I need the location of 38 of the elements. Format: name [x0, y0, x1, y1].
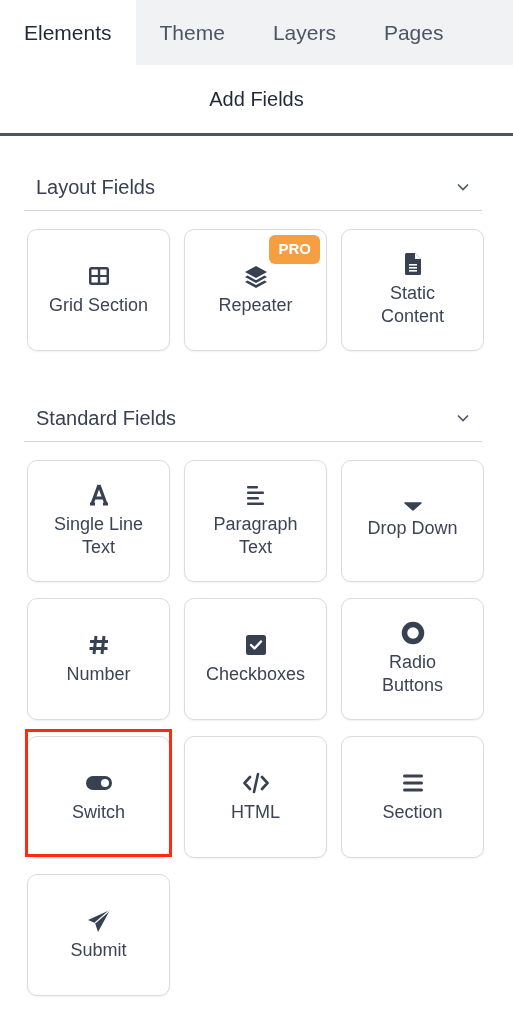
field-label: Number: [66, 662, 131, 686]
field-label: Submit: [70, 938, 127, 962]
field-label: Drop Down: [367, 517, 458, 540]
field-label: Static Content: [379, 282, 445, 328]
field-label: Repeater: [218, 293, 293, 317]
checkbox-icon: [243, 632, 268, 657]
field-label: Single Line Text: [52, 513, 145, 559]
tab[interactable]: Layers: [248, 0, 360, 65]
field-card[interactable]: Grid Section: [27, 229, 170, 351]
layers-icon: [243, 263, 268, 288]
section-title: Standard Fields: [36, 405, 177, 431]
field-card[interactable]: Number: [27, 598, 170, 720]
field-label: Paragraph Text: [212, 513, 299, 559]
field-label: Checkboxes: [205, 662, 306, 686]
field-card[interactable]: PRO Repeater: [184, 229, 327, 351]
field-card[interactable]: Radio Buttons: [341, 598, 484, 720]
section-title: Layout Fields: [36, 174, 155, 200]
field-card[interactable]: Section: [341, 736, 484, 858]
field-label: Section: [382, 800, 443, 824]
radio-icon: [400, 621, 425, 645]
panel-title: Add Fields: [209, 87, 304, 112]
field-card[interactable]: HTML: [184, 736, 327, 858]
field-card[interactable]: Submit: [27, 874, 170, 996]
field-label: Switch: [72, 800, 125, 824]
caret-down-icon: [403, 502, 422, 511]
field-label: Radio Buttons: [380, 651, 444, 697]
field-label: Grid Section: [48, 293, 148, 317]
tab[interactable]: Theme: [135, 0, 249, 65]
field-card[interactable]: Single Line Text: [27, 460, 170, 582]
field-label: HTML: [231, 800, 280, 824]
field-card[interactable]: Checkboxes: [184, 598, 327, 720]
field-card[interactable]: Paragraph Text: [184, 460, 327, 582]
field-card[interactable]: Static Content: [341, 229, 484, 351]
field-card[interactable]: Drop Down: [341, 460, 484, 582]
tab[interactable]: Pages: [359, 0, 513, 65]
code-icon: [241, 770, 270, 795]
paper-plane-icon: [86, 908, 111, 933]
pro-badge: PRO: [269, 235, 320, 264]
